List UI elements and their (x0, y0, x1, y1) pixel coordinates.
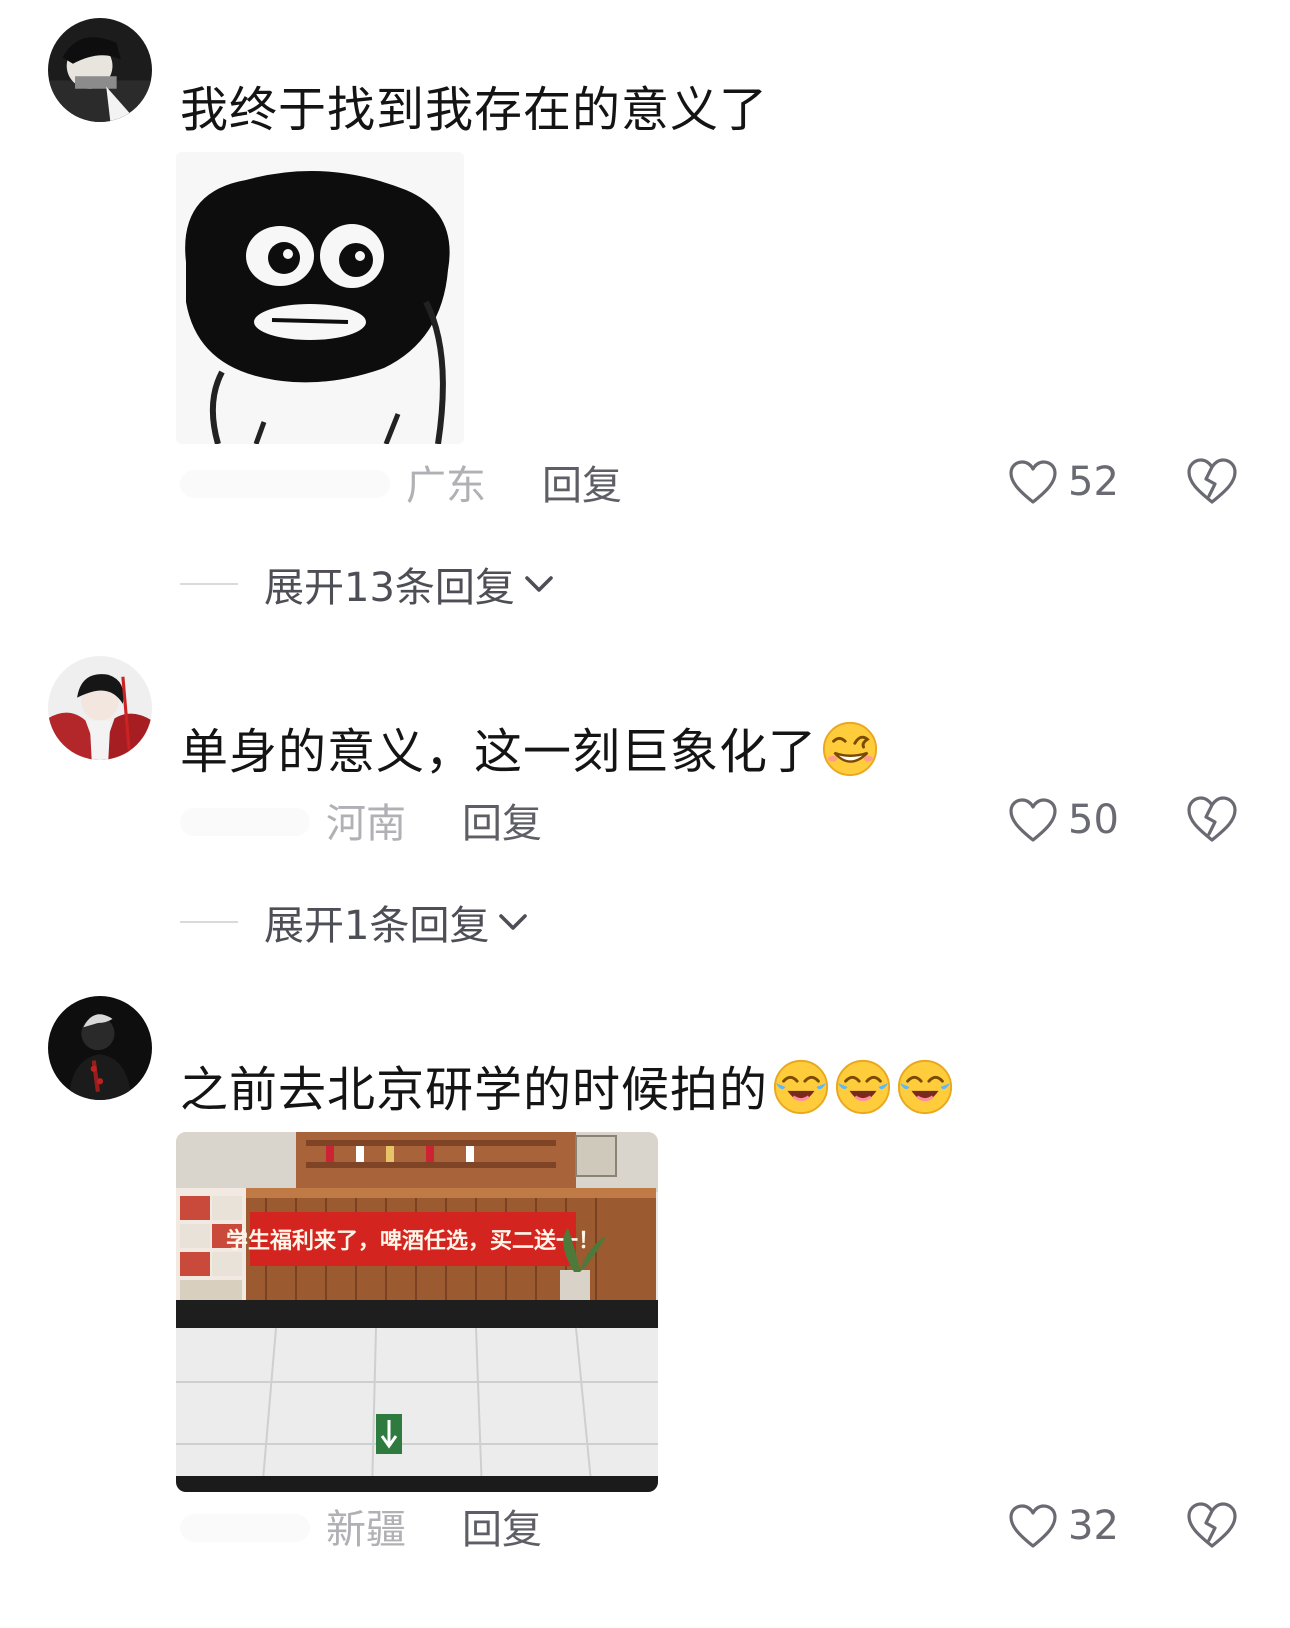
heart-outline-icon (1009, 460, 1057, 504)
crying-laughing-emoji-icon (772, 1058, 830, 1116)
divider-line (180, 921, 238, 923)
nickname-time-redacted (180, 470, 390, 498)
reply-button[interactable]: 回复 (462, 791, 542, 849)
broken-heart-icon (1187, 796, 1237, 842)
comment-text-body: 单身的意义，这一刻巨象化了 (180, 724, 818, 780)
comment-text: 之前去北京研学的时候拍的 (180, 1058, 954, 1120)
heart-outline-icon (1009, 1504, 1057, 1548)
chevron-down-icon (525, 576, 553, 592)
divider-line (180, 583, 238, 585)
expand-replies-label: 展开13条回复 (264, 565, 515, 611)
comment-meta: 广东 回复 (406, 454, 622, 510)
like-count: 50 (1068, 797, 1119, 843)
comment-text-body: 之前去北京研学的时候拍的 (180, 1062, 769, 1118)
dislike-button[interactable] (1186, 457, 1238, 505)
location-label: 河南 (326, 801, 406, 847)
sticker-image[interactable] (176, 152, 464, 444)
location-label: 新疆 (326, 1507, 406, 1553)
like-count: 32 (1068, 1503, 1119, 1549)
location-label: 广东 (406, 463, 486, 509)
avatar[interactable] (48, 18, 152, 122)
reply-button[interactable]: 回复 (462, 1497, 542, 1555)
dislike-button[interactable] (1186, 795, 1238, 843)
like-button[interactable]: 50 (1008, 792, 1119, 848)
nickname-time-redacted (180, 1514, 310, 1542)
reply-button[interactable]: 回复 (542, 453, 622, 511)
like-button[interactable]: 52 (1008, 454, 1119, 510)
comment-meta: 河南 回复 (326, 792, 542, 848)
heart-outline-icon (1009, 798, 1057, 842)
grinning-emoji-icon (821, 720, 879, 778)
photo-attachment[interactable]: 学生福利来了，啤酒任选，买二送一！ (176, 1132, 658, 1492)
crying-laughing-emoji-icon (896, 1058, 954, 1116)
banner-text: 学生福利来了，啤酒任选，买二送一！ (226, 1228, 600, 1254)
like-button[interactable]: 32 (1008, 1498, 1119, 1554)
comment-list: 我终于找到我存在的意义了 广东 回复 52 展开13条回复 单身的意义，这一刻巨… (0, 0, 1290, 1628)
comment-text: 单身的意义，这一刻巨象化了 (180, 720, 879, 782)
expand-replies-button[interactable]: 展开13条回复 (180, 556, 557, 612)
avatar[interactable] (48, 656, 152, 760)
comment-meta: 新疆 回复 (326, 1498, 542, 1554)
expand-replies-button[interactable]: 展开1条回复 (180, 894, 531, 950)
comment-text: 我终于找到我存在的意义了 (180, 82, 769, 138)
nickname-time-redacted (180, 808, 310, 836)
expand-replies-label: 展开1条回复 (264, 903, 490, 949)
dislike-button[interactable] (1186, 1501, 1238, 1549)
avatar[interactable] (48, 996, 152, 1100)
broken-heart-icon (1187, 458, 1237, 504)
chevron-down-icon (499, 914, 528, 930)
like-count: 52 (1068, 459, 1119, 505)
broken-heart-icon (1187, 1502, 1237, 1548)
crying-laughing-emoji-icon (834, 1058, 892, 1116)
